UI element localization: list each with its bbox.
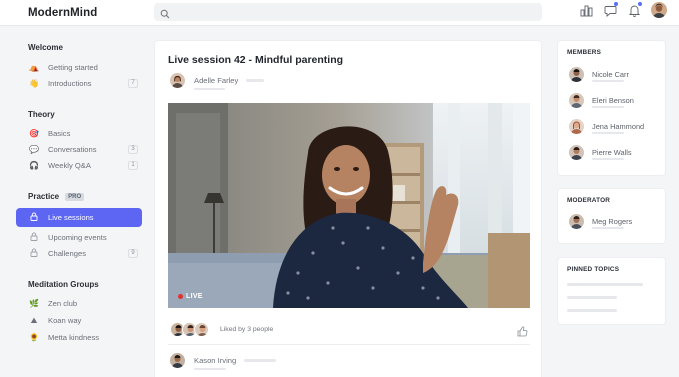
target-icon: 🎯 <box>29 129 39 138</box>
count-badge: 9 <box>128 249 138 258</box>
skeleton-line <box>592 106 624 108</box>
comment-author-name: Kason Irving <box>194 356 237 365</box>
headphones-icon: 🎧 <box>29 161 39 170</box>
lock-icon <box>28 232 40 243</box>
count-badge: 1 <box>128 161 138 170</box>
wave-icon: 👋 <box>29 79 39 88</box>
mountain-icon: ⛰ <box>30 315 38 325</box>
member-name: Pierre Walls <box>592 148 632 157</box>
moderator-item[interactable]: Meg Rogers <box>569 214 632 229</box>
count-badge: 3 <box>128 145 138 154</box>
skeleton-line <box>567 309 617 312</box>
tent-icon: ⛺ <box>29 63 39 72</box>
top-bar: ModernMind <box>0 0 679 26</box>
skeleton-line <box>194 88 225 90</box>
lock-icon <box>28 248 40 259</box>
live-dot-icon <box>178 294 183 299</box>
speech-bubble-icon: 💬 <box>29 145 39 154</box>
author-name: Adelle Farley <box>194 76 239 85</box>
sidebar-item-label: Live sessions <box>48 213 94 222</box>
avatar <box>569 67 584 82</box>
section-title-theory: Theory <box>28 110 55 119</box>
bell-icon[interactable] <box>627 2 642 17</box>
skeleton-line <box>592 227 624 229</box>
sidebar-item-weekly-qa[interactable]: 🎧 Weekly Q&A 1 <box>16 156 142 175</box>
page-title: Live session 42 - Mindful parenting <box>168 54 344 66</box>
sunflower-icon: 🌻 <box>29 333 39 342</box>
skeleton-line <box>194 368 226 370</box>
sidebar-item-label: Introductions <box>48 79 92 88</box>
live-video-player[interactable]: LIVE <box>168 103 530 308</box>
member-name: Eleri Benson <box>592 96 634 105</box>
sidebar-item-label: Conversations <box>48 145 97 154</box>
count-badge: 7 <box>128 79 138 88</box>
skeleton-line <box>592 132 624 134</box>
members-panel: MEMBERS Nicole Carr Eleri Benson Jena Ha… <box>557 40 666 176</box>
section-title-text: Practice <box>28 192 60 201</box>
likes-count-text: Liked by 3 people <box>220 326 274 333</box>
live-label: LIVE <box>186 293 203 300</box>
moderator-title: MODERATOR <box>567 197 611 204</box>
sidebar-item-label: Upcoming events <box>48 233 107 242</box>
skeleton-line <box>592 158 624 160</box>
search-input[interactable] <box>154 3 542 21</box>
member-item[interactable]: Jena Hammond <box>569 119 644 134</box>
member-item[interactable]: Pierre Walls <box>569 145 632 160</box>
moderator-panel: MODERATOR Meg Rogers <box>557 188 666 244</box>
member-name: Jena Hammond <box>592 122 645 131</box>
sidebar-item-label: Challenges <box>48 249 86 258</box>
skeleton-line <box>592 80 624 82</box>
session-card: Live session 42 - Mindful parenting Adel… <box>154 40 542 377</box>
notification-dot <box>614 2 618 6</box>
divider <box>168 344 530 345</box>
session-author[interactable]: Adelle Farley <box>170 73 265 88</box>
skeleton-line <box>246 79 265 82</box>
sidebar-item-label: Metta kindness <box>48 333 100 342</box>
search-icon <box>160 6 170 24</box>
member-item[interactable]: Eleri Benson <box>569 93 634 108</box>
leaf-icon: 🌿 <box>29 299 39 308</box>
sidebar-item-label: Getting started <box>48 63 98 72</box>
sidebar-item-metta-kindness[interactable]: 🌻 Metta kindness <box>16 328 142 347</box>
sidebar-item-label: Weekly Q&A <box>48 161 91 170</box>
members-title: MEMBERS <box>567 49 602 56</box>
avatar <box>194 322 209 337</box>
live-badge: LIVE <box>178 293 203 300</box>
app-logo[interactable]: ModernMind <box>28 7 97 19</box>
avatar <box>569 214 584 229</box>
avatar <box>170 353 185 368</box>
sidebar-item-label: Basics <box>48 129 71 138</box>
skeleton-line <box>567 283 643 286</box>
member-item[interactable]: Nicole Carr <box>569 67 629 82</box>
sidebar-item-challenges[interactable]: Challenges 9 <box>16 244 142 263</box>
avatar <box>569 119 584 134</box>
member-name: Nicole Carr <box>592 70 629 79</box>
section-title-practice: Practice PRO <box>28 192 85 201</box>
sidebar-item-label: Koan way <box>48 316 82 325</box>
sidebar-item-label: Zen club <box>48 299 78 308</box>
avatar <box>170 73 185 88</box>
pinned-topics-panel: PINNED TOPICS <box>557 257 666 325</box>
pinned-topics-title: PINNED TOPICS <box>567 266 620 273</box>
section-title-meditation-groups: Meditation Groups <box>28 280 99 289</box>
pro-badge: PRO <box>65 193 85 201</box>
avatar <box>569 145 584 160</box>
sidebar-item-introductions[interactable]: 👋 Introductions 7 <box>16 74 142 93</box>
video-frame-image <box>168 103 530 308</box>
skeleton-line <box>567 296 617 299</box>
like-thumb-icon[interactable] <box>517 324 528 342</box>
chart-icon[interactable] <box>579 3 593 17</box>
comment-item[interactable]: Kason Irving <box>170 353 277 368</box>
likes-row[interactable]: Liked by 3 people <box>170 322 273 337</box>
skeleton-line <box>244 359 277 362</box>
user-avatar[interactable] <box>651 2 667 18</box>
moderator-name: Meg Rogers <box>592 217 633 226</box>
lock-icon <box>28 212 40 223</box>
notification-dot <box>638 2 642 6</box>
chat-icon[interactable] <box>603 2 618 17</box>
sidebar-item-live-sessions[interactable]: Live sessions <box>16 208 142 227</box>
sidebar: Welcome ⛺ Getting started 👋 Introduction… <box>0 26 150 377</box>
avatar <box>569 93 584 108</box>
section-title-welcome: Welcome <box>28 43 63 52</box>
